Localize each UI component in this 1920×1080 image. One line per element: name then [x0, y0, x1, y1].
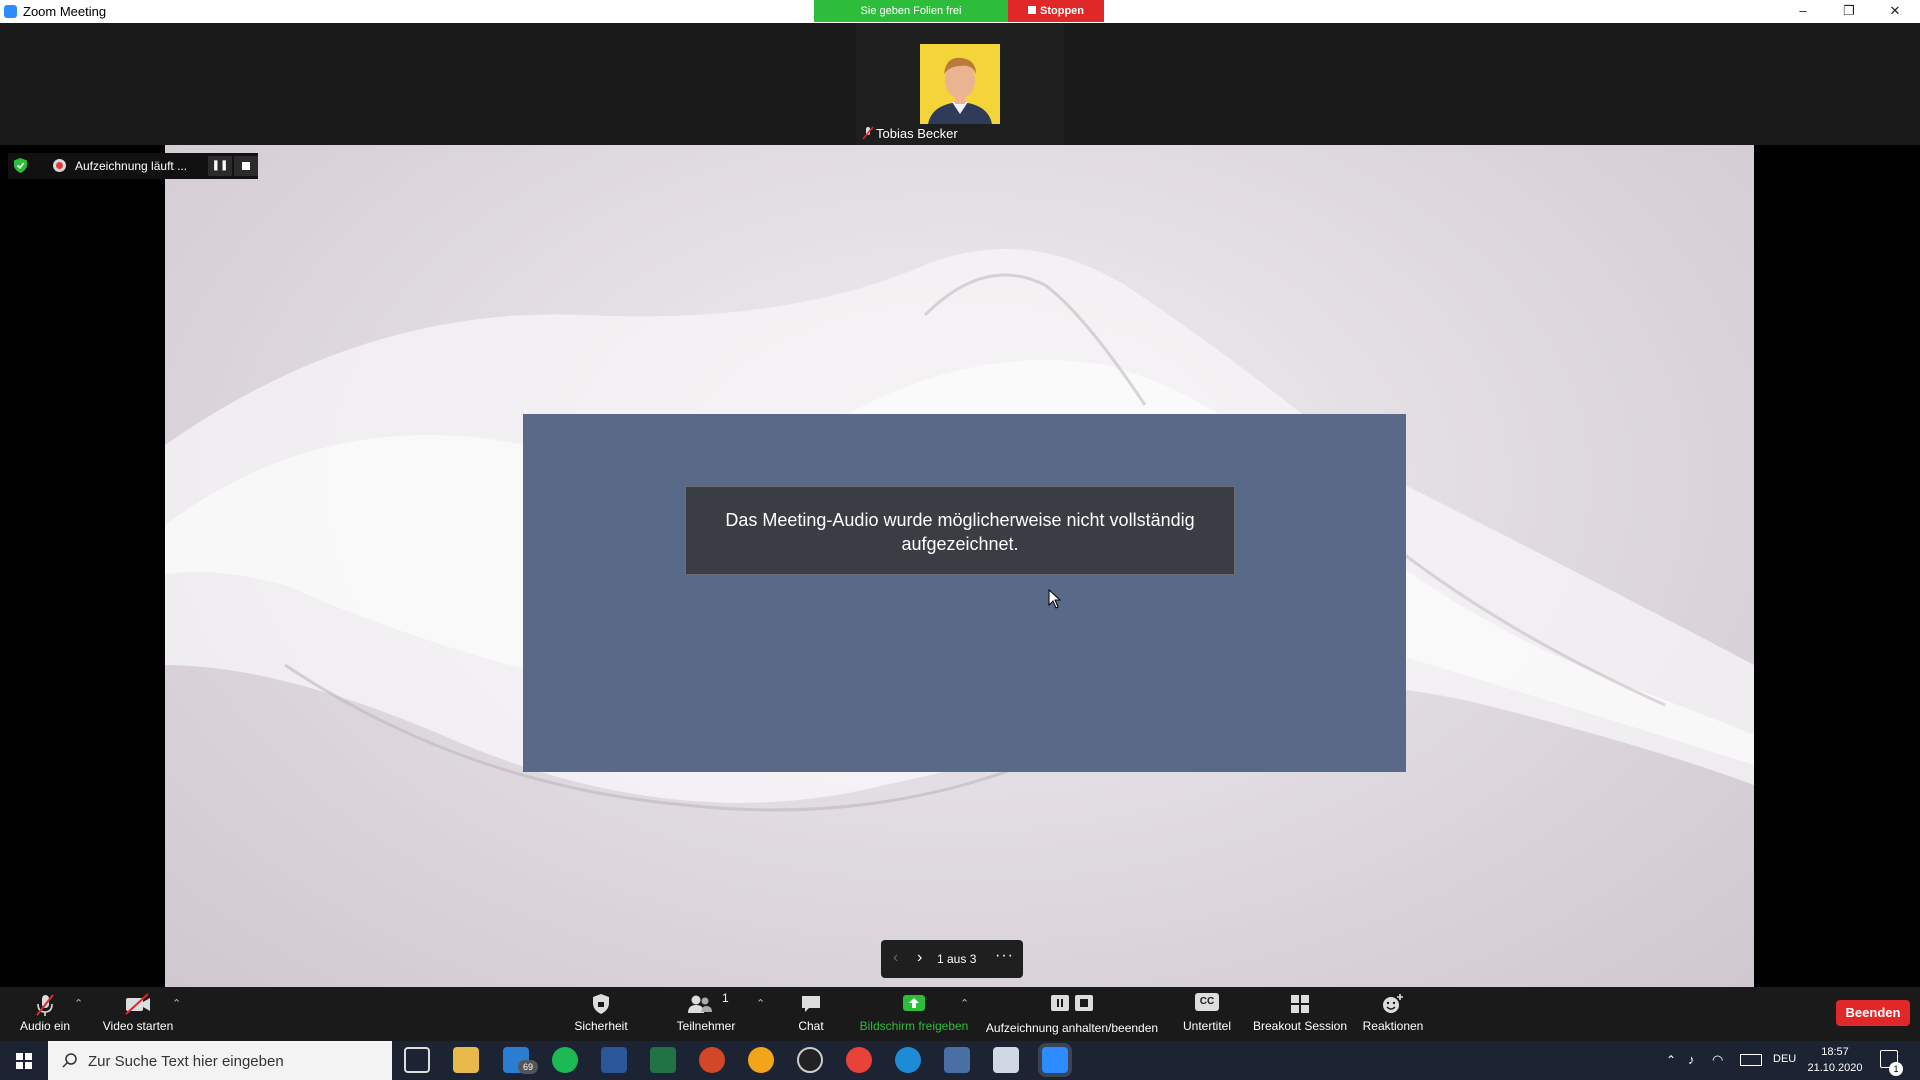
recording-control-label: Aufzeichnung anhalten/beenden — [985, 1021, 1159, 1035]
volume-icon[interactable]: ♪ — [1688, 1052, 1695, 1067]
participants-button[interactable]: 1 Teilnehmer — [666, 987, 746, 1041]
word-icon[interactable] — [601, 1047, 627, 1073]
muted-microphone-icon — [36, 994, 54, 1016]
zoom-taskbar-icon[interactable] — [1042, 1047, 1068, 1073]
window-title: Zoom Meeting — [23, 4, 107, 19]
edge-icon[interactable] — [895, 1047, 921, 1073]
recording-control-button[interactable]: Aufzeichnung anhalten/beenden — [982, 987, 1162, 1041]
recording-indicator-icon — [53, 159, 66, 172]
chat-button[interactable]: Chat — [786, 987, 836, 1041]
chat-bubble-icon — [802, 996, 820, 1012]
language-indicator[interactable]: DEU — [1773, 1053, 1796, 1065]
participant-avatar — [920, 44, 1000, 124]
encryption-shield-icon[interactable] — [12, 157, 29, 174]
mail-badge: 69 — [518, 1060, 538, 1074]
utility-app-icon[interactable] — [944, 1047, 970, 1073]
clock-time: 18:57 — [1821, 1046, 1849, 1058]
excel-icon[interactable] — [650, 1047, 676, 1073]
keyboard-icon[interactable] — [1740, 1054, 1762, 1066]
tray-chevron-icon[interactable]: ⌃ — [1666, 1053, 1676, 1067]
participants-count: 1 — [722, 991, 729, 1005]
share-screen-button[interactable]: Bildschirm freigeben — [854, 987, 974, 1041]
powerpoint-icon[interactable] — [699, 1047, 725, 1073]
share-screen-label: Bildschirm freigeben — [859, 1019, 969, 1033]
reactions-label: Reaktionen — [1362, 1019, 1424, 1033]
security-button[interactable]: Sicherheit — [566, 987, 636, 1041]
close-button[interactable]: ✕ — [1872, 0, 1918, 23]
video-label: Video starten — [102, 1019, 174, 1033]
share-screen-icon — [903, 995, 925, 1011]
participants-label: Teilnehmer — [676, 1019, 736, 1033]
notification-count: 1 — [1889, 1062, 1903, 1076]
previous-slide-button[interactable]: ‹ — [893, 949, 898, 967]
reactions-smiley-icon — [1383, 994, 1403, 1013]
sharing-status-banner[interactable]: Sie geben Folien frei — [814, 0, 1008, 22]
stop-recording-button[interactable] — [234, 156, 258, 176]
notepad-icon[interactable] — [993, 1047, 1019, 1073]
slide-navigator: ‹ › 1 aus 3 ··· — [881, 940, 1023, 978]
reactions-button[interactable]: Reaktionen — [1358, 987, 1428, 1041]
breakout-session-label: Breakout Session — [1252, 1019, 1348, 1033]
task-view-icon[interactable] — [404, 1047, 430, 1073]
slide-content-box — [523, 414, 1406, 772]
pause-recording-button[interactable]: ❚❚ — [208, 156, 232, 176]
security-shield-icon — [593, 994, 609, 1014]
zoom-app-icon — [4, 5, 17, 18]
slide-counter: 1 aus 3 — [937, 952, 977, 966]
video-off-icon — [125, 993, 150, 1015]
audio-warning-notification: Das Meeting-Audio wurde möglicherweise n… — [685, 486, 1235, 575]
app-icon[interactable] — [748, 1047, 774, 1073]
breakout-grid-icon — [1291, 995, 1309, 1013]
slide-more-button[interactable]: ··· — [995, 947, 1014, 965]
recording-status: Aufzeichnung läuft ... — [75, 159, 188, 173]
pause-stop-recording-icon — [1051, 995, 1093, 1011]
audio-options-caret[interactable]: ⌃ — [74, 997, 83, 1010]
share-options-caret[interactable]: ⌃ — [960, 997, 969, 1010]
stop-share-button[interactable]: Stoppen — [1008, 0, 1104, 22]
minimize-button[interactable]: – — [1780, 0, 1826, 23]
search-icon — [62, 1053, 77, 1068]
participants-icon — [688, 995, 712, 1013]
video-button[interactable]: Video starten — [98, 987, 178, 1041]
captions-button[interactable]: CC Untertitel — [1176, 987, 1238, 1041]
obs-icon[interactable] — [797, 1047, 823, 1073]
wifi-icon[interactable]: ◠ — [1712, 1052, 1723, 1068]
right-margin — [1754, 145, 1920, 987]
stop-share-label: Stoppen — [1040, 5, 1084, 17]
spotify-icon[interactable] — [552, 1047, 578, 1073]
end-meeting-button[interactable]: Beenden — [1836, 1000, 1910, 1026]
left-margin — [0, 145, 165, 987]
stop-icon — [1028, 6, 1036, 14]
next-slide-button[interactable]: › — [917, 949, 922, 967]
chrome-icon[interactable] — [846, 1047, 872, 1073]
chat-label: Chat — [798, 1019, 824, 1033]
windows-start-icon[interactable] — [0, 1041, 48, 1080]
security-label: Sicherheit — [574, 1019, 628, 1033]
participant-name: Tobias Becker — [876, 126, 958, 141]
file-explorer-icon[interactable] — [453, 1047, 479, 1073]
clock-date: 21.10.2020 — [1807, 1062, 1863, 1074]
clock[interactable]: 18:57 21.10.2020 — [1805, 1044, 1865, 1076]
search-placeholder: Zur Suche Text hier eingeben — [88, 1053, 284, 1070]
captions-label: Untertitel — [1182, 1019, 1232, 1033]
video-options-caret[interactable]: ⌃ — [172, 997, 181, 1010]
participants-options-caret[interactable]: ⌃ — [756, 997, 765, 1010]
captions-icon: CC — [1195, 993, 1219, 1011]
restore-button[interactable]: ❐ — [1826, 0, 1872, 23]
breakout-session-button[interactable]: Breakout Session — [1252, 987, 1348, 1041]
muted-mic-icon — [862, 126, 874, 140]
audio-button[interactable]: Audio ein — [10, 987, 80, 1041]
audio-label: Audio ein — [19, 1019, 71, 1033]
mouse-cursor-icon — [1048, 589, 1062, 609]
